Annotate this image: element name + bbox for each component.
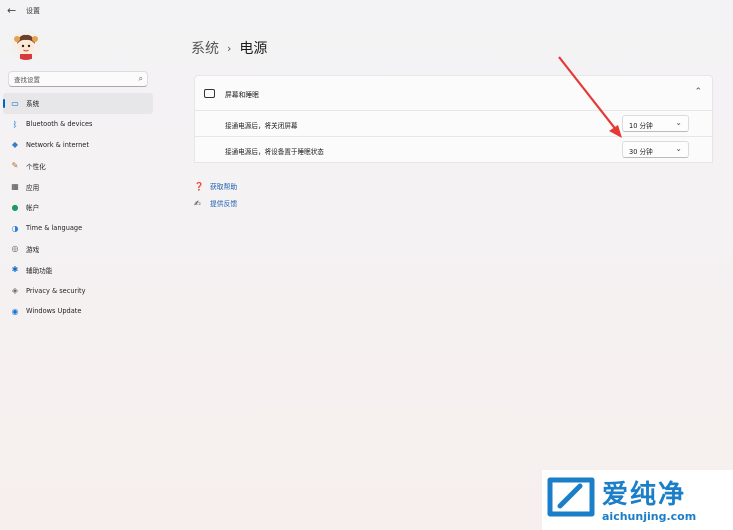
watermark-title: 爱纯净	[602, 480, 687, 510]
annotation-arrow	[558, 56, 622, 138]
watermark: 爱纯净 aichunjing.com	[542, 470, 733, 530]
watermark-logo	[547, 477, 595, 517]
watermark-url: aichunjing.com	[602, 510, 697, 523]
